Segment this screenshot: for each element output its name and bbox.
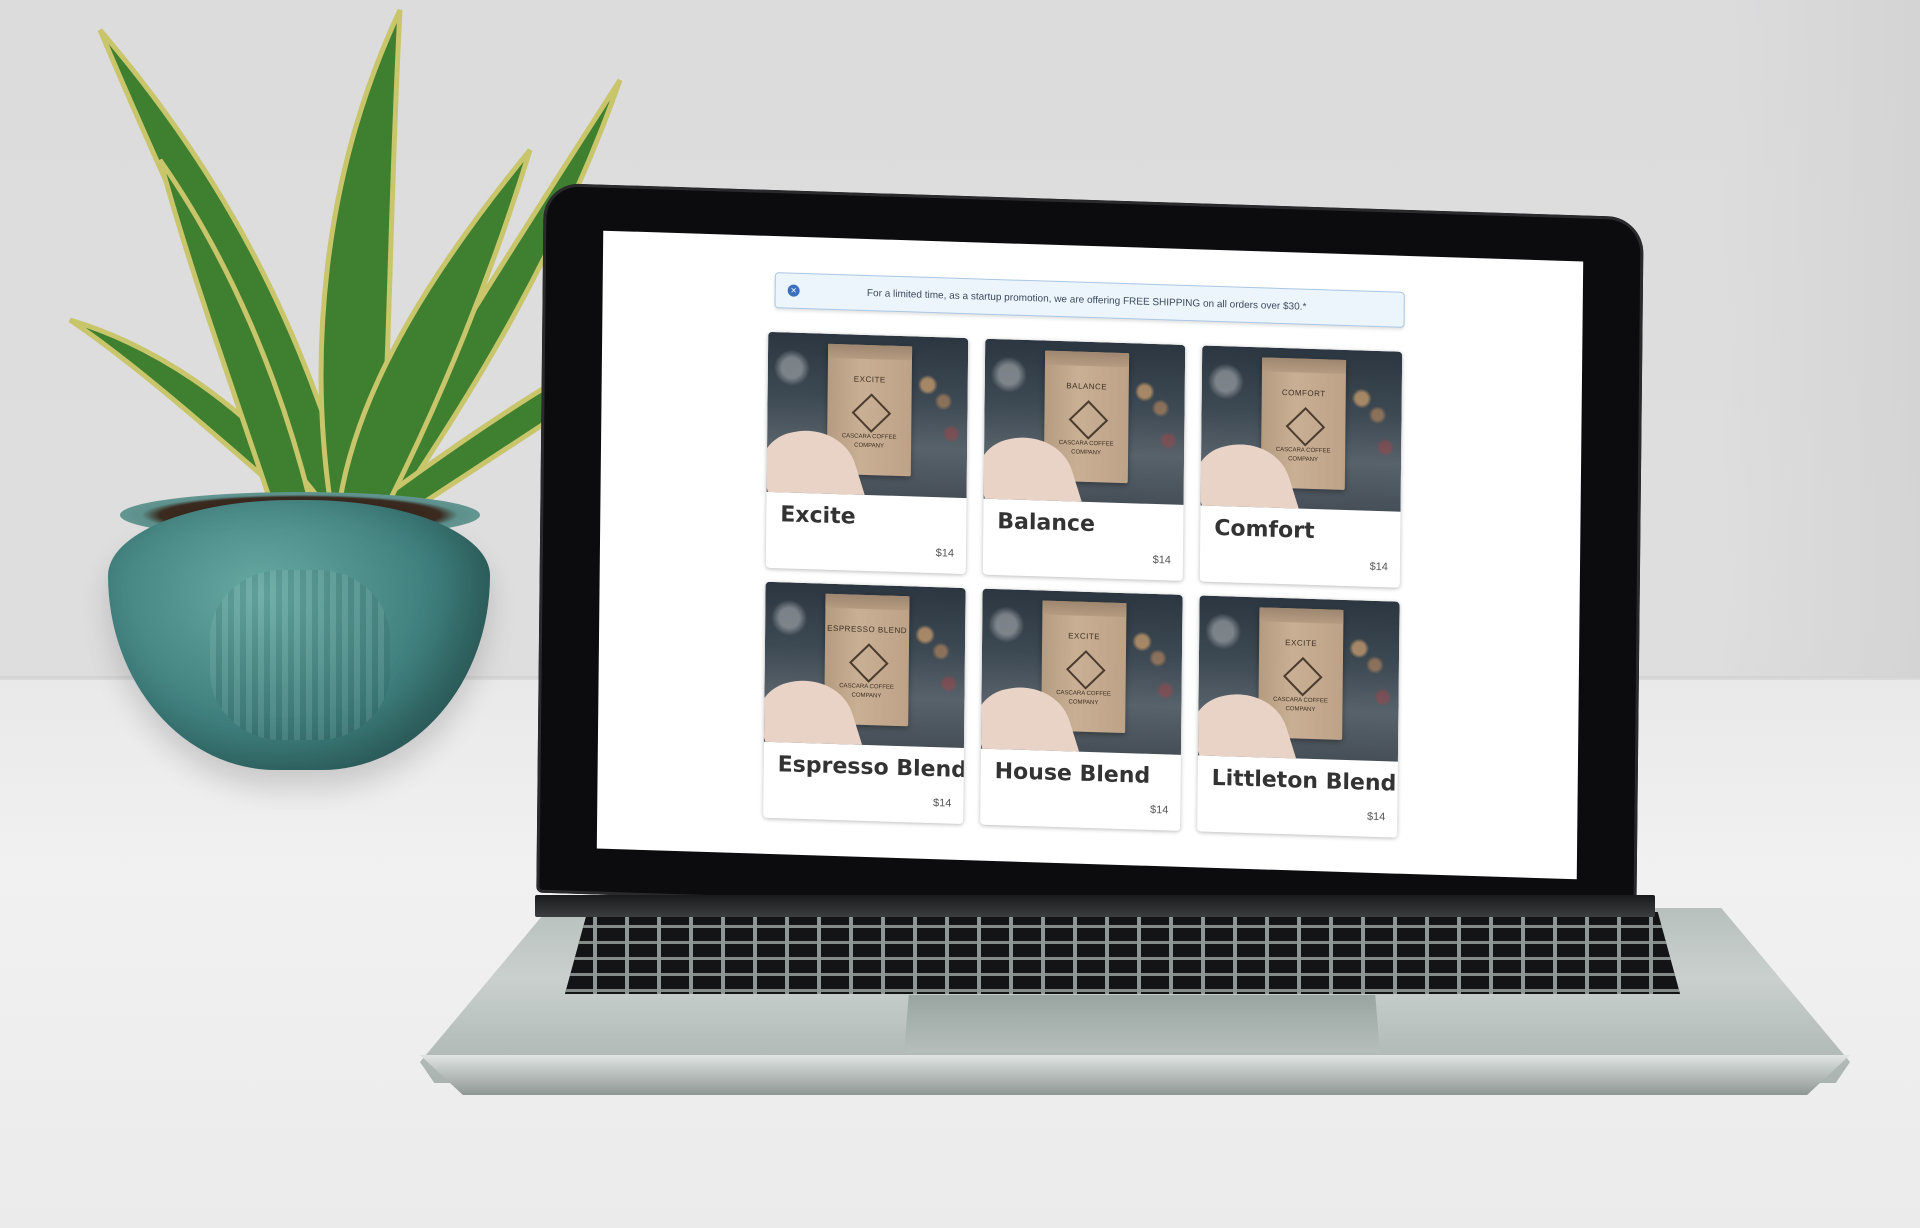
bag-logo-icon	[851, 393, 892, 433]
bag-logo-icon	[1065, 650, 1106, 690]
product-card-espresso-blend[interactable]: ESPRESSO BLEND CASCARA COFFEE COMPANY Es…	[763, 581, 966, 825]
bag-label: EXCITE	[1285, 638, 1318, 649]
laptop-trackpad	[904, 995, 1380, 1053]
product-photo: EXCITE CASCARA COFFEE COMPANY	[1197, 595, 1400, 762]
laptop-hinge	[535, 895, 1655, 917]
product-price: $14	[1152, 553, 1172, 567]
bag-fold	[825, 593, 910, 611]
pot-texture	[210, 570, 390, 740]
laptop-screen: × For a limited time, as a startup promo…	[596, 230, 1584, 880]
product-grid: EXCITE CASCARA COFFEE COMPANY Excite $14…	[763, 331, 1418, 838]
product-price: $14	[935, 547, 955, 560]
product-card-excite[interactable]: EXCITE CASCARA COFFEE COMPANY Excite $14	[765, 331, 969, 575]
product-name[interactable]: Comfort	[1214, 516, 1315, 544]
product-price: $14	[1369, 560, 1389, 574]
close-icon[interactable]: ×	[787, 284, 800, 297]
promo-text: For a limited time, as a startup promoti…	[866, 287, 1307, 313]
product-price: $14	[1149, 803, 1169, 817]
product-card-littleton-blend[interactable]: EXCITE CASCARA COFFEE COMPANY Littleton …	[1197, 595, 1400, 838]
product-photo: EXCITE CASCARA COFFEE COMPANY	[766, 331, 969, 499]
bag-logo-icon	[1068, 400, 1109, 440]
product-card-balance[interactable]: BALANCE CASCARA COFFEE COMPANY Balance $…	[982, 338, 1186, 581]
promo-banner: × For a limited time, as a startup promo…	[774, 272, 1405, 328]
bag-fold	[827, 343, 913, 361]
product-price: $14	[1366, 810, 1386, 824]
keyboard-rows	[565, 912, 1680, 994]
product-photo: BALANCE CASCARA COFFEE COMPANY	[983, 338, 1186, 505]
product-photo: ESPRESSO BLEND CASCARA COFFEE COMPANY	[763, 581, 966, 749]
product-name[interactable]: Balance	[997, 509, 1095, 537]
bag-label: BALANCE	[1066, 381, 1108, 392]
product-name[interactable]: Littleton Blend	[1212, 766, 1397, 797]
product-name[interactable]: Excite	[780, 502, 856, 529]
bag-fold	[1261, 357, 1347, 375]
product-photo: COMFORT CASCARA COFFEE COMPANY	[1200, 345, 1403, 512]
bag-logo-icon	[1282, 656, 1323, 697]
bag-label: ESPRESSO BLEND	[827, 623, 908, 636]
desk-scene: × For a limited time, as a startup promo…	[0, 0, 1920, 1228]
laptop-base-edge	[420, 1055, 1850, 1095]
bag-label: COMFORT	[1281, 388, 1326, 399]
product-card-house-blend[interactable]: EXCITE CASCARA COFFEE COMPANY House Blen…	[980, 588, 1183, 831]
product-photo: EXCITE CASCARA COFFEE COMPANY	[980, 588, 1183, 755]
product-name[interactable]: Espresso Blend	[778, 752, 966, 783]
bag-logo-icon	[1285, 406, 1326, 447]
bag-fold	[1044, 350, 1130, 368]
bag-label: EXCITE	[1068, 631, 1101, 642]
product-price: $14	[932, 797, 952, 810]
bag-label: EXCITE	[853, 374, 886, 385]
product-name[interactable]: House Blend	[995, 759, 1151, 789]
bag-fold	[1042, 600, 1127, 618]
product-card-comfort[interactable]: COMFORT CASCARA COFFEE COMPANY Comfort $…	[1199, 345, 1403, 588]
bag-logo-icon	[849, 643, 889, 683]
bag-fold	[1259, 607, 1344, 624]
